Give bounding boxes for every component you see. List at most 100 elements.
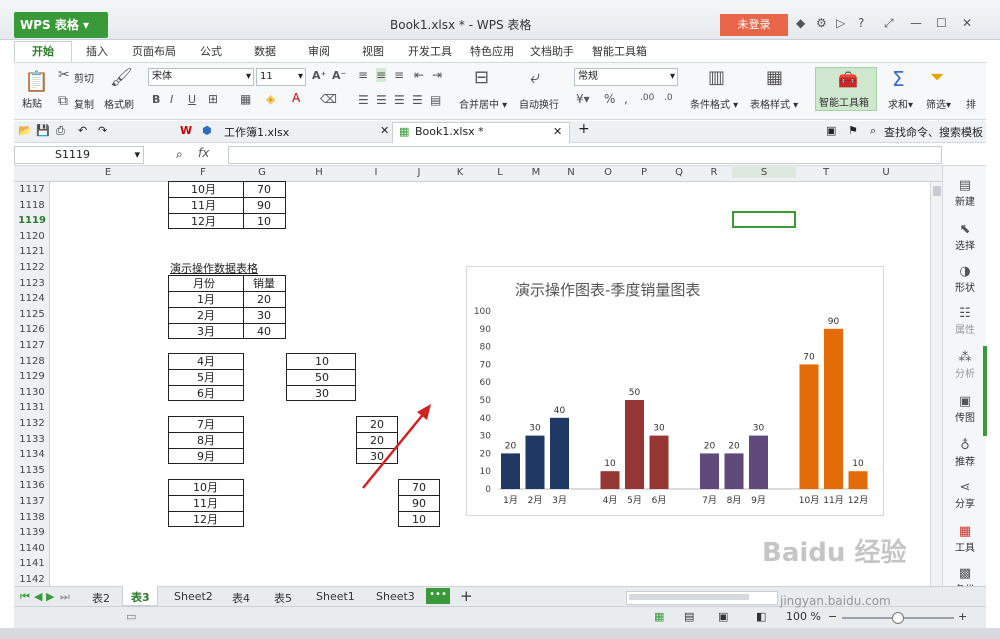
smart-toolbox-button[interactable]: 🧰 智能工具箱	[815, 67, 877, 111]
col-I[interactable]: I	[354, 167, 398, 178]
wrap-button[interactable]: 自动换行	[519, 96, 559, 111]
bar[interactable]	[724, 453, 744, 489]
font-select[interactable]: 宋体 ▾	[148, 68, 254, 86]
row-header[interactable]: 1129	[14, 369, 50, 385]
close-icon[interactable]: ✕	[380, 124, 389, 137]
more-sheets-button[interactable]: •••	[426, 588, 450, 604]
cell[interactable]: 50	[315, 371, 329, 385]
row-header[interactable]: 1124	[14, 291, 50, 307]
scissors-icon[interactable]: ✂	[58, 67, 70, 83]
col-L[interactable]: L	[480, 167, 520, 178]
zoom-slider-thumb[interactable]	[892, 612, 904, 624]
name-box[interactable]: S1119 ▾	[14, 146, 144, 164]
col-S[interactable]: S	[732, 167, 796, 178]
row-header[interactable]: 1140	[14, 541, 50, 557]
bar[interactable]	[600, 471, 620, 489]
cell[interactable]: 7月	[197, 418, 215, 432]
selected-cell[interactable]	[732, 211, 796, 228]
formula-input[interactable]	[228, 146, 942, 164]
cell[interactable]: 1月	[197, 293, 215, 307]
row-header[interactable]: 1136	[14, 478, 50, 494]
italic-icon[interactable]: I	[170, 93, 173, 106]
cell[interactable]: 12月	[193, 513, 218, 527]
fill-color-icon[interactable]: ◈	[266, 92, 275, 106]
cell[interactable]: 4月	[197, 355, 215, 369]
horizontal-scrollbar[interactable]	[626, 591, 778, 605]
pane-recommend[interactable]: ♁ 推荐	[943, 438, 987, 468]
tab-data[interactable]: 数据	[254, 43, 276, 59]
currency-icon[interactable]: ¥▾	[576, 92, 590, 106]
col-G[interactable]: G	[240, 167, 284, 178]
sheet-tab[interactable]: 表2	[92, 590, 110, 606]
cell[interactable]: 12月	[191, 215, 216, 229]
cell[interactable]: 10	[257, 215, 271, 229]
align-middle-icon[interactable]: ≡	[376, 68, 387, 82]
row-header[interactable]: 1135	[14, 463, 50, 479]
sheet-tab[interactable]: 表5	[274, 590, 292, 606]
doctab-book1[interactable]: ▦ Book1.xlsx * ✕	[392, 122, 570, 143]
cell[interactable]: 40	[257, 325, 271, 339]
zoom-out-icon[interactable]: −	[828, 610, 837, 623]
bar[interactable]	[700, 453, 719, 489]
align-left-icon[interactable]: ☰	[358, 93, 369, 107]
pane-select[interactable]: ⬉ 选择	[943, 222, 987, 252]
percent-icon[interactable]: %	[604, 92, 615, 106]
align-top-icon[interactable]: ≡	[358, 68, 368, 82]
row-header[interactable]: 1131	[14, 400, 50, 416]
number-format-select[interactable]: 常规 ▾	[574, 68, 678, 86]
open-folder-icon[interactable]: 📂	[18, 124, 32, 137]
next-sheet-icon[interactable]: ▶	[46, 590, 54, 603]
bar[interactable]	[501, 453, 520, 489]
bold-icon[interactable]: B	[152, 93, 160, 106]
col-R[interactable]: R	[696, 167, 732, 178]
conditional-format-icon[interactable]: ▥	[708, 67, 725, 88]
col-M[interactable]: M	[520, 167, 552, 178]
row-header[interactable]: 1120	[14, 229, 50, 245]
col-J[interactable]: J	[398, 167, 440, 178]
pane-upload-image[interactable]: ▣ 传图	[943, 394, 987, 424]
page-layout-view-icon[interactable]: ▣	[718, 610, 728, 623]
row-header[interactable]: 1117	[14, 182, 50, 198]
align-bottom-icon[interactable]: ≡	[394, 68, 404, 82]
col-Q[interactable]: Q	[662, 167, 696, 178]
close-icon[interactable]: ✕	[962, 16, 972, 30]
first-sheet-icon[interactable]: ⏮	[20, 590, 30, 604]
skin-icon[interactable]: ◆	[796, 16, 805, 30]
bar[interactable]	[550, 417, 569, 489]
cell[interactable]: 90	[412, 497, 426, 511]
close-icon[interactable]: ✕	[553, 125, 562, 138]
align-center-icon[interactable]: ☰	[376, 93, 387, 107]
tab-page-layout[interactable]: 页面布局	[132, 43, 176, 59]
cell[interactable]: 30	[257, 309, 271, 323]
row-header[interactable]: 1127	[14, 338, 50, 354]
cell[interactable]: 6月	[197, 387, 215, 401]
app-menu-button[interactable]: WPS 表格 ▾	[14, 12, 108, 38]
sum-icon[interactable]: Σ	[892, 67, 905, 91]
help-icon[interactable]: ?	[858, 16, 864, 30]
copy-button[interactable]: 复制	[74, 96, 94, 111]
filter-button[interactable]: 筛选▾	[926, 96, 951, 111]
brush-icon[interactable]: 🖌	[110, 67, 133, 88]
search-icon[interactable]: ⌕	[870, 124, 876, 138]
row-header[interactable]: 1130	[14, 385, 50, 401]
cell[interactable]: 8月	[197, 434, 215, 448]
font-color-icon[interactable]: A	[292, 91, 300, 105]
filter-icon[interactable]: ⏷	[930, 67, 944, 88]
normal-view-icon[interactable]: ▦	[654, 610, 664, 623]
vertical-scrollbar[interactable]	[930, 182, 942, 586]
col-H[interactable]: H	[284, 167, 354, 178]
print-icon[interactable]: ⎙	[56, 124, 65, 138]
row-header[interactable]: 1139	[14, 525, 50, 541]
cell[interactable]: 9月	[197, 450, 215, 464]
header-cell[interactable]: 月份	[193, 277, 215, 291]
align-right-icon[interactable]: ☰	[394, 93, 405, 107]
doctab-workbook1[interactable]: 工作簿1.xlsx	[224, 124, 289, 140]
tab-doc-assistant[interactable]: 文档助手	[530, 43, 574, 59]
cell[interactable]: 10月	[193, 481, 218, 495]
sum-button[interactable]: 求和▾	[888, 96, 913, 111]
row-header[interactable]: 1121	[14, 244, 50, 260]
sheet-tab[interactable]: Sheet2	[174, 590, 213, 603]
cube-icon[interactable]: ⬢	[202, 124, 212, 137]
cell[interactable]: 90	[257, 199, 271, 213]
pane-tools[interactable]: ▦ 工具	[943, 524, 987, 554]
